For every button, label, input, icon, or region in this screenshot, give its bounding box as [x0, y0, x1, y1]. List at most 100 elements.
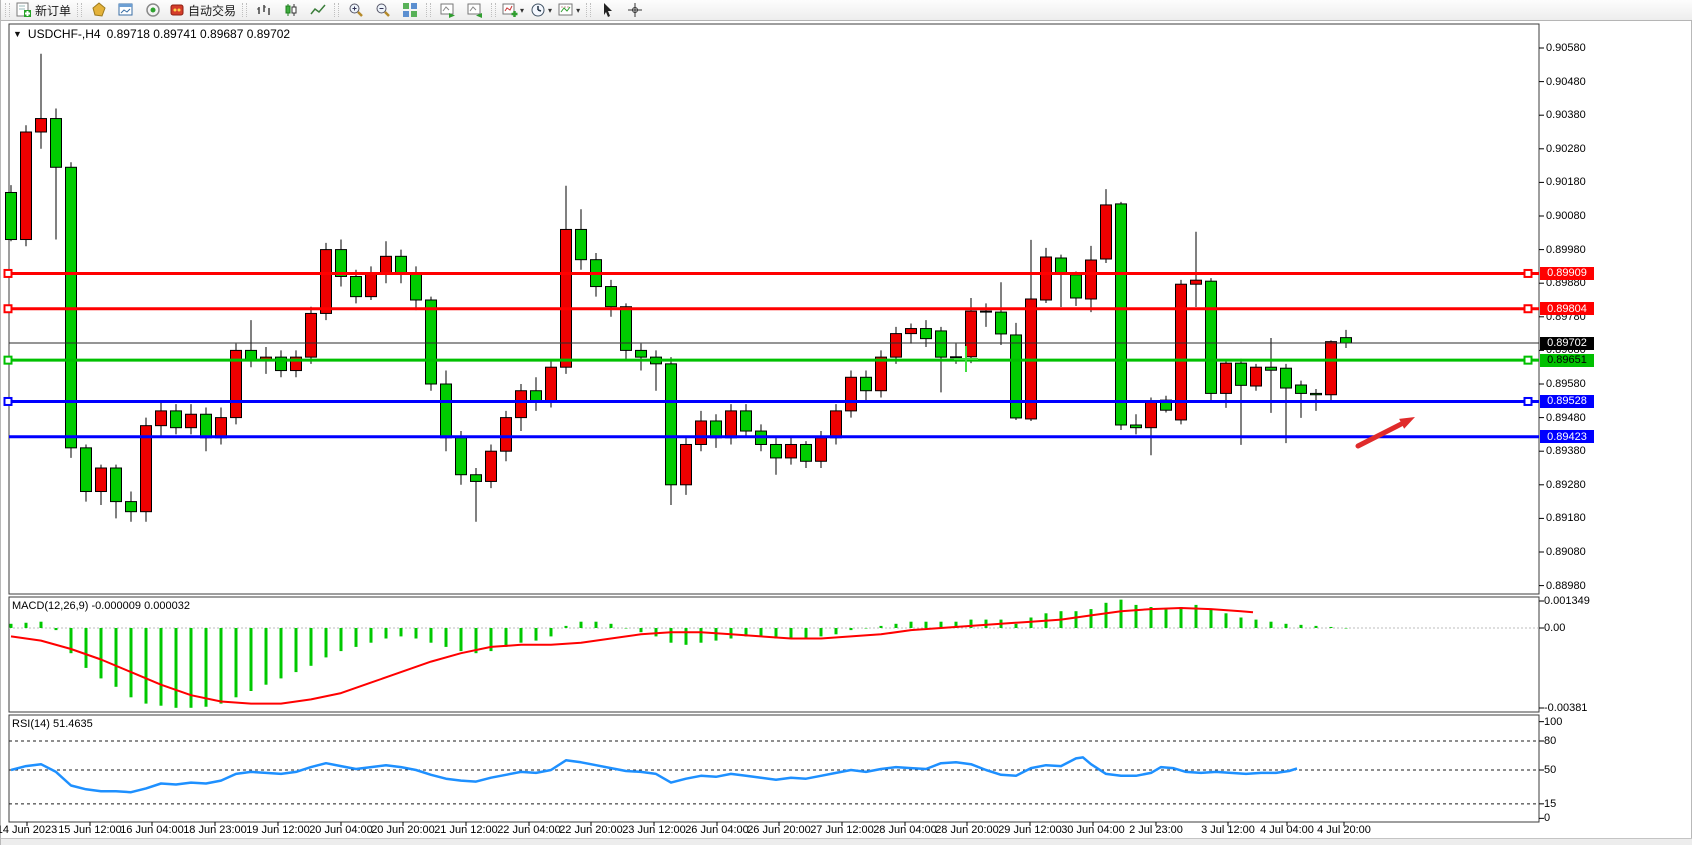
- candle-body: [951, 357, 962, 358]
- candle-body: [306, 313, 317, 357]
- candle-body: [81, 448, 92, 492]
- candle-body: [6, 192, 17, 239]
- auto-scroll-button[interactable]: [434, 0, 461, 21]
- candle-body: [1086, 260, 1097, 299]
- macd-bar: [1330, 627, 1333, 628]
- candle-body: [1146, 401, 1157, 428]
- candle-body: [921, 329, 932, 339]
- periods-icon: [530, 2, 546, 18]
- candle-body: [621, 307, 632, 351]
- macd-bar: [865, 628, 868, 629]
- candle-body: [786, 444, 797, 457]
- trend-arrow-head[interactable]: [1399, 417, 1415, 429]
- line-anchor-marker[interactable]: [5, 305, 12, 312]
- line-chart-button[interactable]: [304, 0, 331, 21]
- macd-bar: [565, 626, 568, 628]
- macd-signal-line: [11, 608, 1253, 704]
- indicators-icon: [502, 2, 518, 18]
- crosshair-button[interactable]: [621, 0, 648, 21]
- candle-body: [516, 391, 527, 418]
- macd-bar: [115, 628, 118, 687]
- new-order-button[interactable]: 新订单: [13, 0, 74, 21]
- chart-shift-button[interactable]: [461, 0, 488, 21]
- candle-body: [426, 300, 437, 384]
- macd-bar: [400, 628, 403, 636]
- candle-body: [141, 426, 152, 512]
- chevron-down-icon[interactable]: ▾: [576, 6, 580, 15]
- macd-bar: [1120, 600, 1123, 628]
- macd-bar: [880, 626, 883, 628]
- cursor-button[interactable]: [594, 0, 621, 21]
- candle-body: [156, 411, 167, 426]
- new-order-label: 新订单: [35, 2, 71, 19]
- macd-bar: [130, 628, 133, 697]
- bars-chart-icon: [256, 2, 272, 18]
- data-window-button[interactable]: [112, 0, 139, 21]
- indicators-button[interactable]: ▾: [499, 0, 527, 21]
- tile-windows-icon: [402, 2, 418, 18]
- zoom-out-button[interactable]: [369, 0, 396, 21]
- symbol-dropdown-icon[interactable]: ▼: [13, 29, 22, 39]
- chevron-down-icon[interactable]: ▾: [520, 6, 524, 15]
- candle-body: [186, 414, 197, 427]
- candle-body: [681, 444, 692, 484]
- chevron-down-icon[interactable]: ▾: [548, 6, 552, 15]
- line-anchor-marker[interactable]: [1525, 357, 1532, 364]
- autotrading-button[interactable]: 自动交易: [166, 0, 239, 21]
- templates-button[interactable]: ▾: [555, 0, 583, 21]
- macd-bar: [340, 628, 343, 651]
- candle-body: [366, 273, 377, 297]
- candle-body: [396, 256, 407, 273]
- candle-body: [471, 475, 482, 482]
- templates-icon: [558, 2, 574, 18]
- macd-bar: [1240, 618, 1243, 629]
- chart-canvas: [1, 0, 1692, 845]
- line-anchor-marker[interactable]: [5, 270, 12, 277]
- line-anchor-marker[interactable]: [5, 357, 12, 364]
- signal-button[interactable]: [139, 0, 166, 21]
- autotrading-label: 自动交易: [188, 2, 236, 19]
- macd-bar: [220, 628, 223, 704]
- zoom-in-icon: [348, 2, 364, 18]
- candle-body: [171, 411, 182, 428]
- tile-windows-button[interactable]: [396, 0, 423, 21]
- status-bar: [1, 838, 1692, 845]
- macd-bar: [325, 628, 328, 657]
- macd-bar: [460, 628, 463, 651]
- macd-bar: [535, 628, 538, 641]
- new-order-icon: [16, 2, 32, 18]
- macd-bar: [520, 628, 523, 643]
- candle-body: [711, 421, 722, 438]
- candle-body: [201, 414, 212, 438]
- candle-body: [51, 119, 62, 168]
- candle-body: [831, 411, 842, 438]
- trend-arrow[interactable]: [1358, 424, 1402, 446]
- line-anchor-marker[interactable]: [5, 398, 12, 405]
- toolbar-group: [240, 0, 332, 20]
- macd-bar: [670, 628, 673, 643]
- candle-body: [1176, 284, 1187, 420]
- bars-chart-button[interactable]: [250, 0, 277, 21]
- candle-body: [861, 377, 872, 390]
- data-window-icon: [118, 2, 134, 18]
- line-anchor-marker[interactable]: [1525, 398, 1532, 405]
- toolbar-group: [332, 0, 424, 20]
- zoom-in-button[interactable]: [342, 0, 369, 21]
- line-anchor-marker[interactable]: [1525, 270, 1532, 277]
- autotrading-icon: [169, 2, 185, 18]
- line-chart-icon: [310, 2, 326, 18]
- candle-body: [606, 287, 617, 307]
- macd-bar: [850, 628, 853, 630]
- macd-bar: [175, 628, 178, 708]
- macd-bar: [700, 628, 703, 643]
- candles-chart-button[interactable]: [277, 0, 304, 21]
- candle-body: [1041, 257, 1052, 300]
- macd-bar: [550, 628, 553, 636]
- periods-button[interactable]: ▾: [527, 0, 555, 21]
- candle-body: [906, 329, 917, 334]
- gold-seal-button[interactable]: [85, 0, 112, 21]
- macd-bar: [235, 628, 238, 697]
- candle-body: [666, 364, 677, 485]
- macd-bar: [1105, 603, 1108, 628]
- line-anchor-marker[interactable]: [1525, 305, 1532, 312]
